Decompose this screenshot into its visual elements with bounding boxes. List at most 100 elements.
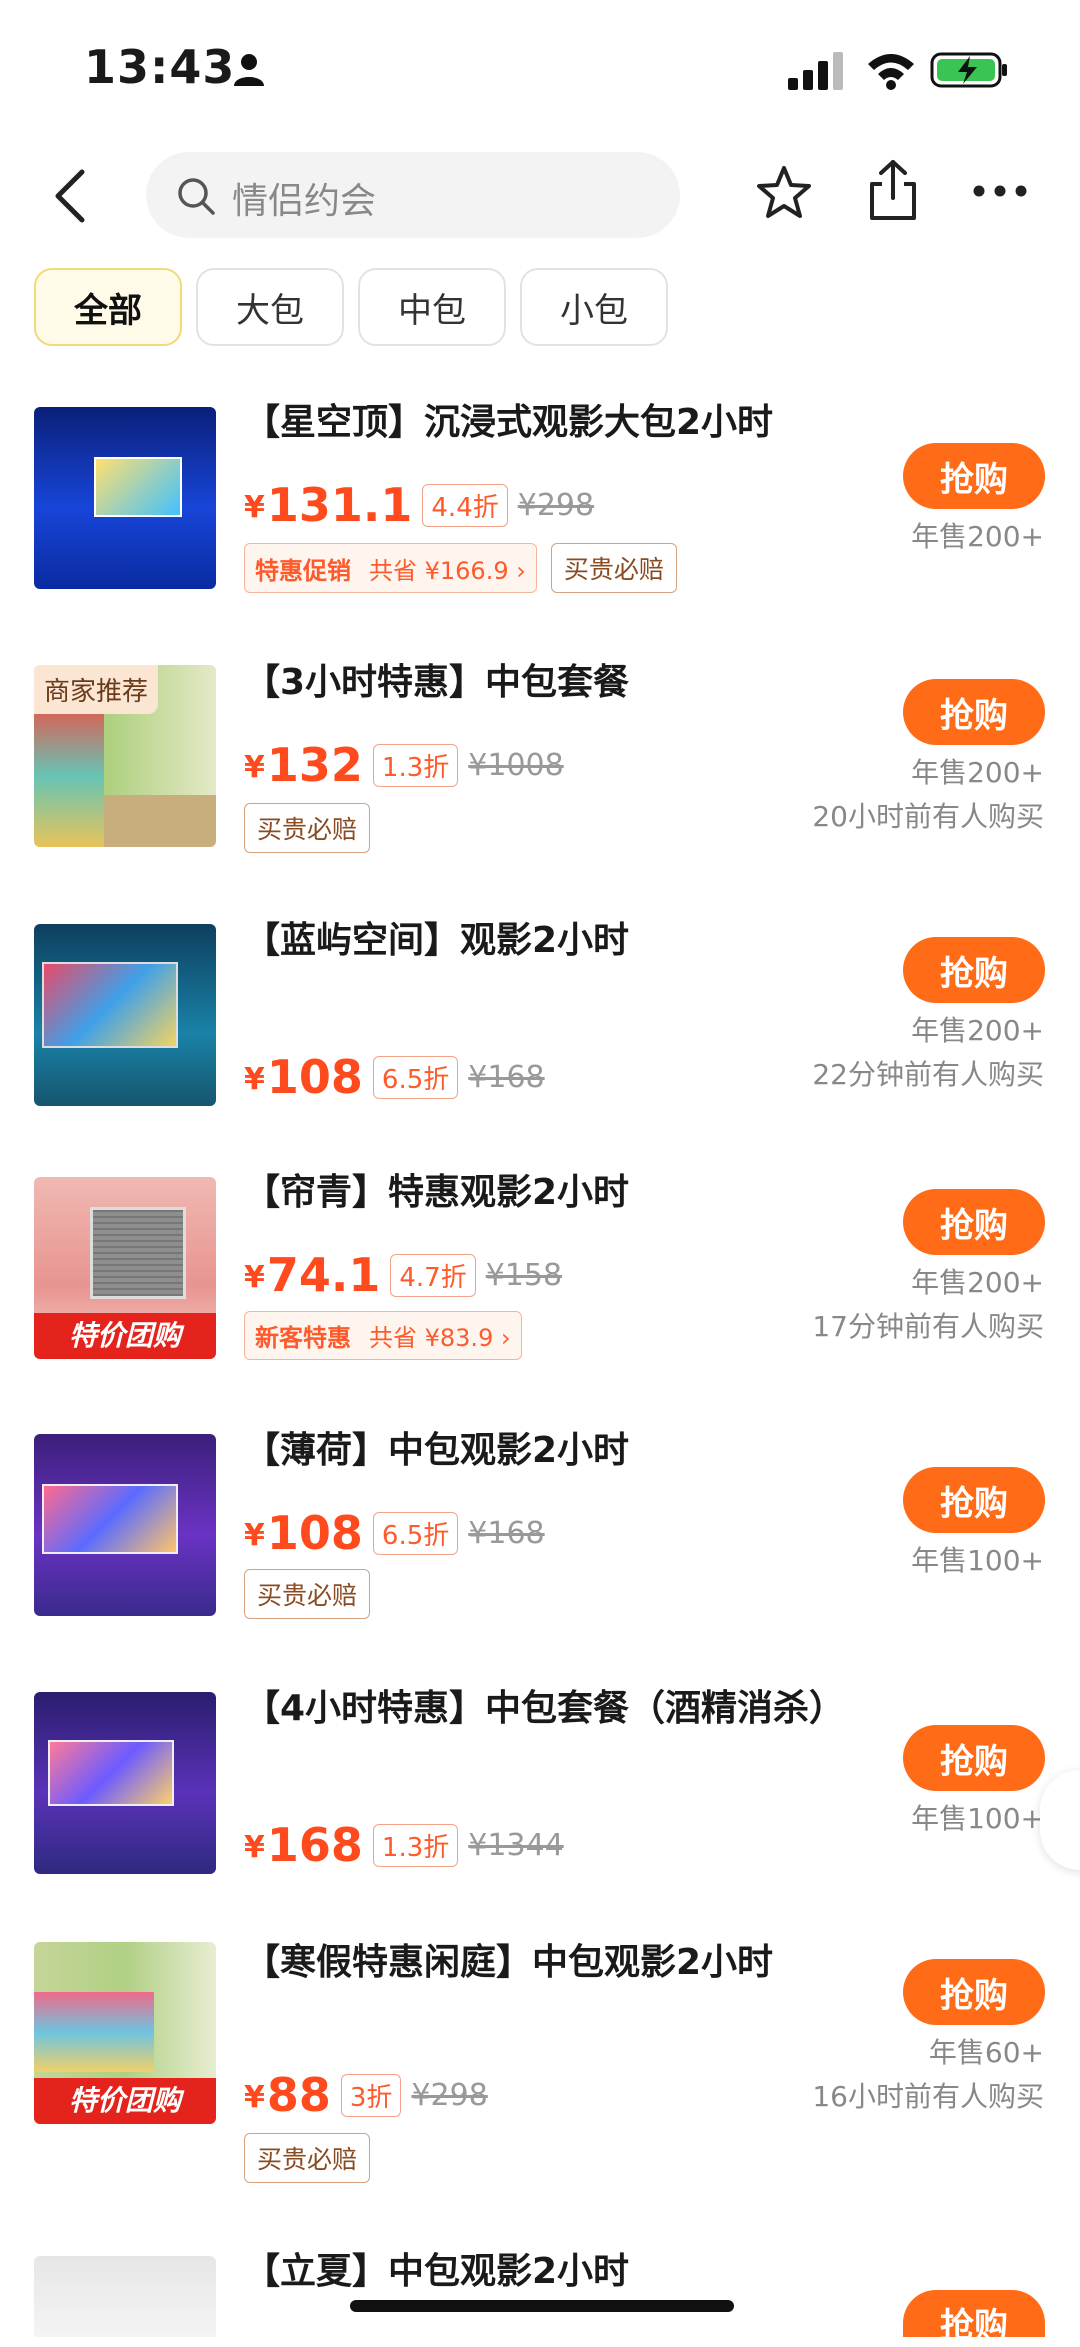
group-buy-tag: 特价团购 bbox=[34, 2078, 216, 2124]
badge-row: 买贵必赔 bbox=[244, 1569, 371, 1619]
cellular-signal-icon bbox=[788, 52, 843, 90]
discount-badge: 1.3折 bbox=[372, 743, 459, 787]
product-thumbnail bbox=[34, 1434, 216, 1616]
price-guarantee-badge: 买贵必赔 bbox=[244, 1569, 371, 1619]
price-row: ¥ 88 3折 ¥298 bbox=[244, 2071, 488, 2119]
product-thumbnail bbox=[34, 924, 216, 1106]
original-price: ¥298 bbox=[411, 2077, 488, 2113]
buy-button[interactable]: 抢购 bbox=[903, 1959, 1045, 2025]
annual-sales: 年售60+ bbox=[928, 2036, 1044, 2069]
cart-float-button[interactable] bbox=[1040, 1770, 1080, 1870]
price-row: ¥ 74.1 4.7折 ¥158 bbox=[244, 1251, 562, 1299]
favorite-star-icon[interactable] bbox=[755, 164, 813, 222]
buy-button[interactable]: 抢购 bbox=[903, 443, 1045, 509]
price-guarantee-badge: 买贵必赔 bbox=[244, 803, 371, 853]
price-guarantee-badge: 买贵必赔 bbox=[550, 543, 677, 593]
buy-button[interactable]: 抢购 bbox=[903, 937, 1045, 1003]
recent-purchase: 22分钟前有人购买 bbox=[812, 1058, 1044, 1091]
merchant-recommend-tag: 商家推荐 bbox=[34, 665, 159, 714]
buy-button[interactable]: 抢购 bbox=[903, 1725, 1045, 1791]
badge-row: 特惠促销 共省 ¥166.9 › 买贵必赔 bbox=[244, 543, 677, 593]
price-row: ¥ 108 6.5折 ¥168 bbox=[244, 1509, 545, 1557]
discount-badge: 6.5折 bbox=[372, 1055, 459, 1099]
tab-medium[interactable]: 中包 bbox=[358, 268, 506, 346]
search-placeholder: 情侣约会 bbox=[232, 181, 377, 222]
price: 131.1 bbox=[266, 478, 413, 532]
product-thumbnail: 特价团购 bbox=[34, 1942, 216, 2124]
battery-charging-icon bbox=[930, 52, 1007, 88]
product-title: 【3小时特惠】中包套餐 bbox=[244, 662, 630, 703]
promo-name: 特惠促销 bbox=[255, 556, 351, 585]
status-bar: 13:43 bbox=[0, 0, 1080, 140]
promo-badge[interactable]: 特惠促销 共省 ¥166.9 › bbox=[244, 543, 537, 593]
status-time: 13:43 bbox=[84, 40, 236, 94]
price: 168 bbox=[266, 1818, 363, 1872]
price-guarantee-badge: 买贵必赔 bbox=[244, 2133, 371, 2183]
buy-button[interactable]: 抢购 bbox=[903, 1467, 1045, 1533]
promo-name: 新客特惠 bbox=[255, 1324, 351, 1352]
buy-button[interactable]: 抢购 bbox=[903, 679, 1045, 745]
sofa bbox=[104, 795, 216, 847]
search-icon bbox=[178, 178, 215, 215]
product-title: 【帘青】特惠观影2小时 bbox=[244, 1172, 630, 1213]
promo-saving: 共省 ¥83.9 › bbox=[369, 1324, 511, 1352]
currency-symbol: ¥ bbox=[244, 1830, 265, 1865]
badge-row: 新客特惠 共省 ¥83.9 › bbox=[244, 1311, 522, 1360]
currency-symbol: ¥ bbox=[244, 490, 265, 525]
original-price: ¥168 bbox=[468, 1059, 545, 1095]
annual-sales: 年售200+ bbox=[911, 1014, 1044, 1047]
discount-badge: 3折 bbox=[340, 2073, 402, 2117]
annual-sales: 年售100+ bbox=[911, 1544, 1044, 1577]
annual-sales: 年售200+ bbox=[911, 520, 1044, 553]
product-title: 【星空顶】沉浸式观影大包2小时 bbox=[244, 402, 774, 443]
price: 88 bbox=[266, 2068, 331, 2122]
currency-symbol: ¥ bbox=[244, 1062, 265, 1097]
price-row: ¥ 108 6.5折 ¥168 bbox=[244, 1053, 545, 1101]
promo-badge[interactable]: 新客特惠 共省 ¥83.9 › bbox=[244, 1311, 522, 1360]
price-row: ¥ 132 1.3折 ¥1008 bbox=[244, 741, 564, 789]
price: 74.1 bbox=[266, 1248, 381, 1302]
back-arrow-icon[interactable] bbox=[48, 164, 92, 228]
product-thumbnail bbox=[34, 1692, 216, 1874]
product-thumbnail bbox=[34, 2256, 216, 2337]
currency-symbol: ¥ bbox=[244, 750, 265, 785]
share-icon[interactable] bbox=[866, 158, 920, 222]
discount-badge: 6.5折 bbox=[372, 1511, 459, 1555]
original-price: ¥1344 bbox=[468, 1827, 564, 1863]
annual-sales: 年售200+ bbox=[911, 756, 1044, 789]
wall-art bbox=[34, 705, 104, 847]
tab-large[interactable]: 大包 bbox=[196, 268, 344, 346]
original-price: ¥168 bbox=[468, 1515, 545, 1551]
group-buy-tag: 特价团购 bbox=[34, 1313, 216, 1359]
screen-image bbox=[48, 1740, 174, 1806]
more-options-icon[interactable] bbox=[972, 184, 1028, 198]
recent-purchase: 16小时前有人购买 bbox=[812, 2080, 1044, 2113]
original-price: ¥158 bbox=[485, 1257, 563, 1293]
buy-button[interactable]: 抢购 bbox=[903, 2290, 1045, 2346]
currency-symbol: ¥ bbox=[244, 2080, 265, 2115]
tab-small[interactable]: 小包 bbox=[520, 268, 668, 346]
category-tabs: 全部 大包 中包 小包 bbox=[34, 268, 668, 346]
price: 108 bbox=[266, 1506, 363, 1560]
screen-image bbox=[42, 962, 178, 1048]
recent-purchase: 20小时前有人购买 bbox=[812, 800, 1044, 833]
promo-saving: 共省 ¥166.9 › bbox=[369, 556, 526, 585]
buy-button[interactable]: 抢购 bbox=[903, 1189, 1045, 1255]
price-row: ¥ 168 1.3折 ¥1344 bbox=[244, 1821, 564, 1869]
screen-image bbox=[94, 457, 182, 517]
price: 132 bbox=[266, 738, 363, 792]
currency-symbol: ¥ bbox=[244, 1518, 265, 1553]
product-title: 【薄荷】中包观影2小时 bbox=[244, 1430, 630, 1471]
search-input[interactable]: 情侣约会 bbox=[146, 152, 680, 238]
wall-art bbox=[34, 1992, 154, 2072]
original-price: ¥1008 bbox=[468, 747, 564, 783]
screen-image bbox=[90, 1207, 186, 1299]
screen-image bbox=[42, 1484, 178, 1554]
tab-all[interactable]: 全部 bbox=[34, 268, 182, 346]
product-title: 【寒假特惠闲庭】中包观影2小时 bbox=[244, 1942, 774, 1983]
badge-row: 买贵必赔 bbox=[244, 803, 371, 853]
original-price: ¥298 bbox=[517, 487, 595, 523]
discount-badge: 4.4折 bbox=[422, 483, 508, 527]
person-icon bbox=[234, 54, 264, 86]
recent-purchase: 17分钟前有人购买 bbox=[812, 1310, 1044, 1343]
